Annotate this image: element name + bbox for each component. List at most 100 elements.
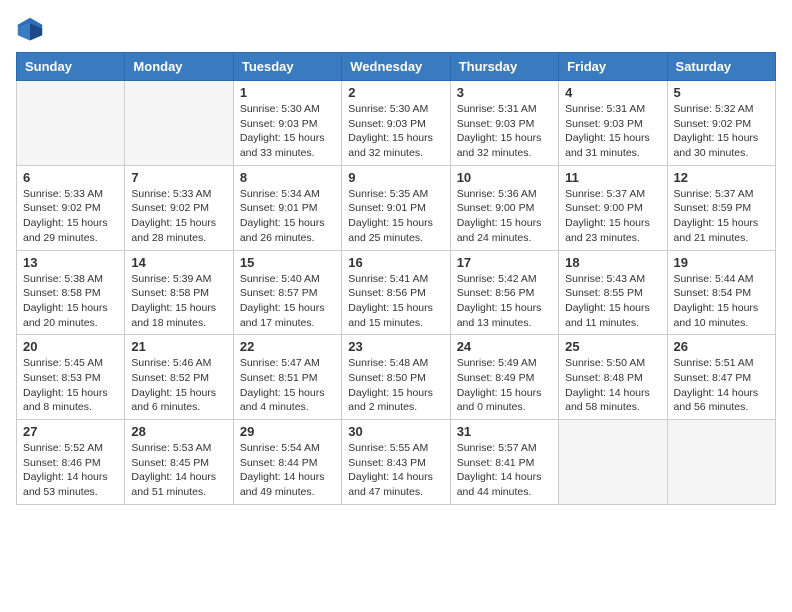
calendar-cell: 26 Sunrise: 5:51 AMSunset: 8:47 PMDayligh…	[667, 335, 775, 420]
calendar-cell: 15 Sunrise: 5:40 AMSunset: 8:57 PMDayligh…	[233, 250, 341, 335]
calendar-week-row: 1 Sunrise: 5:30 AMSunset: 9:03 PMDaylight…	[17, 81, 776, 166]
calendar-cell: 12 Sunrise: 5:37 AMSunset: 8:59 PMDayligh…	[667, 165, 775, 250]
day-number: 26	[674, 339, 769, 354]
day-number: 1	[240, 85, 335, 100]
calendar-cell: 19 Sunrise: 5:44 AMSunset: 8:54 PMDayligh…	[667, 250, 775, 335]
day-number: 29	[240, 424, 335, 439]
day-number: 18	[565, 255, 660, 270]
day-number: 22	[240, 339, 335, 354]
calendar-cell: 8 Sunrise: 5:34 AMSunset: 9:01 PMDaylight…	[233, 165, 341, 250]
calendar-cell: 13 Sunrise: 5:38 AMSunset: 8:58 PMDayligh…	[17, 250, 125, 335]
day-number: 31	[457, 424, 552, 439]
day-number: 19	[674, 255, 769, 270]
day-info: Sunrise: 5:43 AMSunset: 8:55 PMDaylight:…	[565, 272, 660, 331]
day-info: Sunrise: 5:34 AMSunset: 9:01 PMDaylight:…	[240, 187, 335, 246]
day-info: Sunrise: 5:31 AMSunset: 9:03 PMDaylight:…	[457, 102, 552, 161]
day-info: Sunrise: 5:38 AMSunset: 8:58 PMDaylight:…	[23, 272, 118, 331]
calendar-cell: 20Sunrise: 5:45 AMSunset: 8:53 PMDayligh…	[17, 335, 125, 420]
calendar-cell: 4 Sunrise: 5:31 AMSunset: 9:03 PMDaylight…	[559, 81, 667, 166]
calendar-cell: 14 Sunrise: 5:39 AMSunset: 8:58 PMDayligh…	[125, 250, 233, 335]
day-info: Sunrise: 5:37 AMSunset: 9:00 PMDaylight:…	[565, 187, 660, 246]
calendar-cell	[667, 420, 775, 505]
day-info: Sunrise: 5:57 AMSunset: 8:41 PMDaylight:…	[457, 441, 552, 500]
day-number: 2	[348, 85, 443, 100]
calendar-cell: 24 Sunrise: 5:49 AMSunset: 8:49 PMDayligh…	[450, 335, 558, 420]
day-info: Sunrise: 5:52 AMSunset: 8:46 PMDaylight:…	[23, 441, 118, 500]
day-number: 16	[348, 255, 443, 270]
day-info: Sunrise: 5:51 AMSunset: 8:47 PMDaylight:…	[674, 356, 769, 415]
logo	[16, 16, 48, 44]
day-number: 7	[131, 170, 226, 185]
day-number: 9	[348, 170, 443, 185]
calendar-week-row: 20Sunrise: 5:45 AMSunset: 8:53 PMDayligh…	[17, 335, 776, 420]
day-info: Sunrise: 5:50 AMSunset: 8:48 PMDaylight:…	[565, 356, 660, 415]
day-number: 27	[23, 424, 118, 439]
weekday-header: Saturday	[667, 53, 775, 81]
day-number: 4	[565, 85, 660, 100]
page-header	[16, 16, 776, 44]
calendar-cell	[559, 420, 667, 505]
day-number: 10	[457, 170, 552, 185]
day-number: 21	[131, 339, 226, 354]
calendar-cell	[17, 81, 125, 166]
calendar-cell: 3 Sunrise: 5:31 AMSunset: 9:03 PMDaylight…	[450, 81, 558, 166]
weekday-header: Wednesday	[342, 53, 450, 81]
calendar-cell: 25 Sunrise: 5:50 AMSunset: 8:48 PMDayligh…	[559, 335, 667, 420]
day-number: 5	[674, 85, 769, 100]
day-number: 8	[240, 170, 335, 185]
day-info: Sunrise: 5:44 AMSunset: 8:54 PMDaylight:…	[674, 272, 769, 331]
day-number: 14	[131, 255, 226, 270]
day-number: 25	[565, 339, 660, 354]
day-info: Sunrise: 5:33 AMSunset: 9:02 PMDaylight:…	[23, 187, 118, 246]
day-info: Sunrise: 5:47 AMSunset: 8:51 PMDaylight:…	[240, 356, 335, 415]
weekday-header-row: SundayMondayTuesdayWednesdayThursdayFrid…	[17, 53, 776, 81]
calendar-cell: 22 Sunrise: 5:47 AMSunset: 8:51 PMDayligh…	[233, 335, 341, 420]
day-number: 13	[23, 255, 118, 270]
calendar-cell: 9Sunrise: 5:35 AMSunset: 9:01 PMDaylight…	[342, 165, 450, 250]
calendar-cell: 5 Sunrise: 5:32 AMSunset: 9:02 PMDaylight…	[667, 81, 775, 166]
day-number: 24	[457, 339, 552, 354]
calendar-cell: 2Sunrise: 5:30 AMSunset: 9:03 PMDaylight…	[342, 81, 450, 166]
day-info: Sunrise: 5:55 AMSunset: 8:43 PMDaylight:…	[348, 441, 443, 500]
day-info: Sunrise: 5:54 AMSunset: 8:44 PMDaylight:…	[240, 441, 335, 500]
day-number: 23	[348, 339, 443, 354]
calendar-table: SundayMondayTuesdayWednesdayThursdayFrid…	[16, 52, 776, 505]
calendar-cell: 21 Sunrise: 5:46 AMSunset: 8:52 PMDayligh…	[125, 335, 233, 420]
day-info: Sunrise: 5:41 AMSunset: 8:56 PMDaylight:…	[348, 272, 443, 331]
day-number: 3	[457, 85, 552, 100]
calendar-cell: 18 Sunrise: 5:43 AMSunset: 8:55 PMDayligh…	[559, 250, 667, 335]
day-info: Sunrise: 5:39 AMSunset: 8:58 PMDaylight:…	[131, 272, 226, 331]
weekday-header: Friday	[559, 53, 667, 81]
calendar-week-row: 27 Sunrise: 5:52 AMSunset: 8:46 PMDayligh…	[17, 420, 776, 505]
day-number: 6	[23, 170, 118, 185]
day-info: Sunrise: 5:33 AMSunset: 9:02 PMDaylight:…	[131, 187, 226, 246]
calendar-cell: 7 Sunrise: 5:33 AMSunset: 9:02 PMDaylight…	[125, 165, 233, 250]
calendar-cell: 10 Sunrise: 5:36 AMSunset: 9:00 PMDayligh…	[450, 165, 558, 250]
calendar-cell: 27 Sunrise: 5:52 AMSunset: 8:46 PMDayligh…	[17, 420, 125, 505]
day-info: Sunrise: 5:53 AMSunset: 8:45 PMDaylight:…	[131, 441, 226, 500]
calendar-week-row: 13 Sunrise: 5:38 AMSunset: 8:58 PMDayligh…	[17, 250, 776, 335]
weekday-header: Thursday	[450, 53, 558, 81]
weekday-header: Monday	[125, 53, 233, 81]
day-info: Sunrise: 5:46 AMSunset: 8:52 PMDaylight:…	[131, 356, 226, 415]
logo-icon	[16, 16, 44, 44]
day-number: 12	[674, 170, 769, 185]
day-info: Sunrise: 5:45 AMSunset: 8:53 PMDaylight:…	[23, 356, 118, 415]
day-info: Sunrise: 5:37 AMSunset: 8:59 PMDaylight:…	[674, 187, 769, 246]
calendar-cell	[125, 81, 233, 166]
day-info: Sunrise: 5:49 AMSunset: 8:49 PMDaylight:…	[457, 356, 552, 415]
day-number: 30	[348, 424, 443, 439]
day-info: Sunrise: 5:40 AMSunset: 8:57 PMDaylight:…	[240, 272, 335, 331]
calendar-cell: 16 Sunrise: 5:41 AMSunset: 8:56 PMDayligh…	[342, 250, 450, 335]
day-info: Sunrise: 5:30 AMSunset: 9:03 PMDaylight:…	[240, 102, 335, 161]
calendar-cell: 31 Sunrise: 5:57 AMSunset: 8:41 PMDayligh…	[450, 420, 558, 505]
day-number: 15	[240, 255, 335, 270]
day-info: Sunrise: 5:36 AMSunset: 9:00 PMDaylight:…	[457, 187, 552, 246]
calendar-cell: 23 Sunrise: 5:48 AMSunset: 8:50 PMDayligh…	[342, 335, 450, 420]
day-info: Sunrise: 5:32 AMSunset: 9:02 PMDaylight:…	[674, 102, 769, 161]
day-info: Sunrise: 5:48 AMSunset: 8:50 PMDaylight:…	[348, 356, 443, 415]
calendar-cell: 17Sunrise: 5:42 AMSunset: 8:56 PMDayligh…	[450, 250, 558, 335]
calendar-cell: 1 Sunrise: 5:30 AMSunset: 9:03 PMDaylight…	[233, 81, 341, 166]
calendar-cell: 30 Sunrise: 5:55 AMSunset: 8:43 PMDayligh…	[342, 420, 450, 505]
day-info: Sunrise: 5:31 AMSunset: 9:03 PMDaylight:…	[565, 102, 660, 161]
